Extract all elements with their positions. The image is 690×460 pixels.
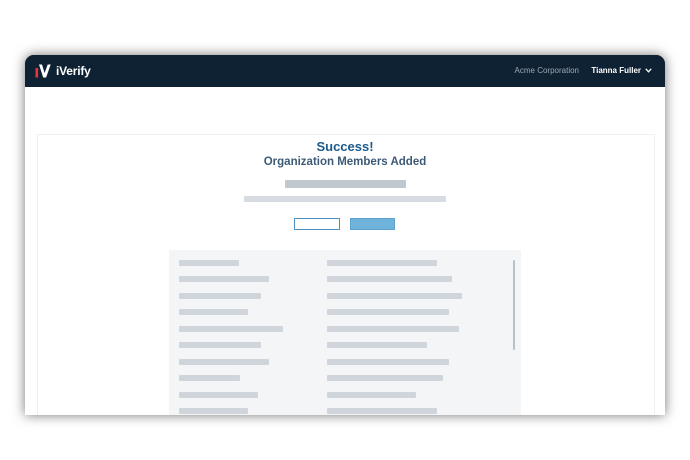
secondary-button[interactable]: [294, 218, 340, 230]
main-content: Success! Organization Members Added: [25, 87, 665, 415]
list-item: [169, 274, 521, 284]
user-menu[interactable]: Tianna Fuller: [591, 66, 641, 75]
list-item: [169, 291, 521, 301]
list-item: [169, 307, 521, 317]
top-navbar: iVerify Acme Corporation Tianna Fuller: [25, 55, 665, 87]
primary-button[interactable]: [350, 218, 395, 230]
iverify-logo-icon: [35, 64, 51, 78]
message-placeholder: [285, 180, 406, 188]
list-item: [169, 258, 521, 268]
list-item: [169, 324, 521, 334]
list-item: [169, 373, 521, 383]
list-item: [169, 406, 521, 415]
page-title: Success!: [316, 139, 374, 154]
list-item: [169, 390, 521, 400]
app-window: iVerify Acme Corporation Tianna Fuller S…: [25, 55, 665, 415]
list-item: [169, 357, 521, 367]
chevron-down-icon[interactable]: [645, 68, 652, 73]
members-list[interactable]: [169, 250, 521, 415]
list-item: [169, 340, 521, 350]
description-placeholder: [244, 196, 446, 202]
page-subtitle: Organization Members Added: [263, 156, 427, 168]
app-name: iVerify: [56, 64, 91, 78]
list-scrollbar[interactable]: [513, 260, 515, 350]
organization-name[interactable]: Acme Corporation: [515, 66, 579, 75]
